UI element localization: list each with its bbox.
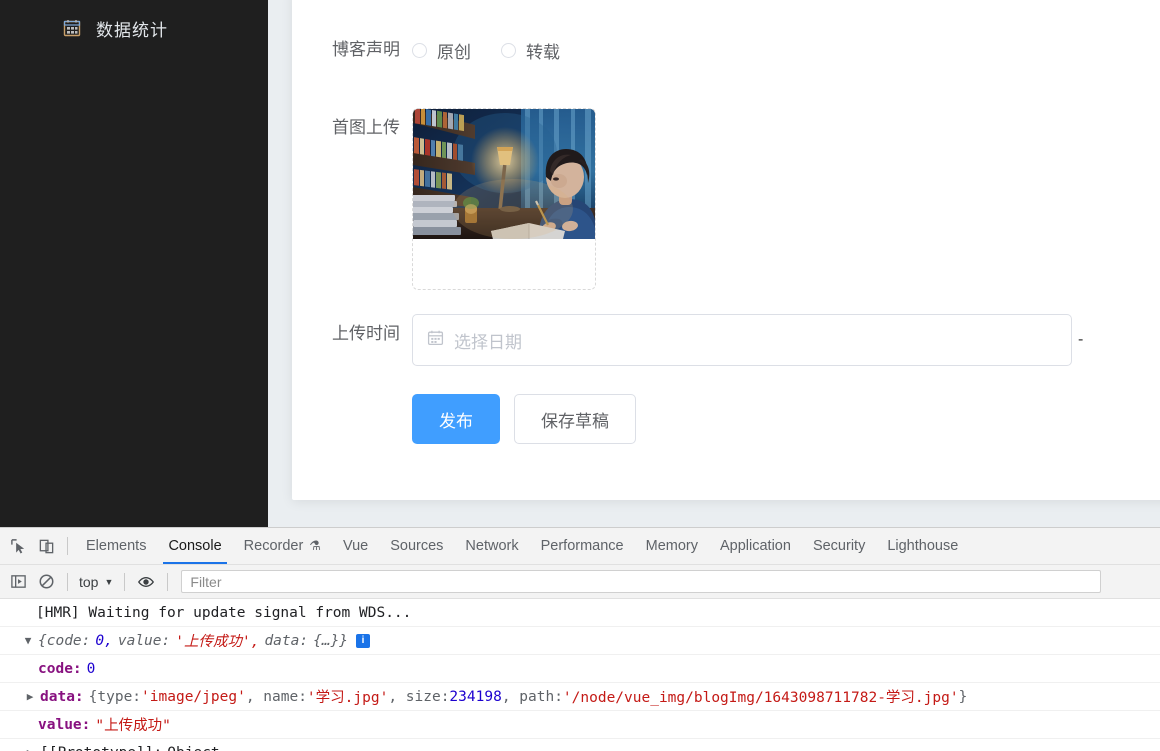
prop-data-comma1: , name: bbox=[245, 688, 307, 705]
tab-recorder[interactable]: Recorder ⚗ bbox=[233, 528, 332, 564]
object-val-data: {…}} bbox=[313, 632, 349, 649]
content-area: 博客声明 原创 转载 首图上传 上传时间 选择日期 - 发布 保存草稿 bbox=[268, 0, 1160, 527]
tab-security[interactable]: Security bbox=[802, 528, 876, 564]
sidebar: 数据统计 bbox=[0, 0, 268, 527]
prop-data-key: data: bbox=[40, 688, 84, 705]
tab-performance[interactable]: Performance bbox=[530, 528, 635, 564]
radio-reprint[interactable]: 转载 bbox=[501, 38, 560, 63]
tab-console[interactable]: Console bbox=[157, 528, 232, 564]
sidebar-item-label: 数据统计 bbox=[96, 20, 168, 40]
prop-data-comma3: , path: bbox=[501, 688, 563, 705]
tab-recorder-label: Recorder bbox=[243, 538, 304, 554]
cover-upload-label: 首图上传 bbox=[332, 118, 400, 137]
tab-memory[interactable]: Memory bbox=[635, 528, 709, 564]
live-expression-eye-icon[interactable] bbox=[132, 568, 160, 596]
cover-upload-dropzone[interactable] bbox=[412, 108, 596, 290]
console-prop-data[interactable]: data: {type: 'image/jpeg' , name: '学习.jp… bbox=[0, 683, 1160, 711]
field-cover-upload: 首图上传 bbox=[292, 108, 1160, 290]
tab-elements[interactable]: Elements bbox=[75, 528, 157, 564]
prop-data-close: } bbox=[958, 688, 968, 705]
upload-time-label: 上传时间 bbox=[332, 324, 400, 343]
upload-time-date-input[interactable]: 选择日期 bbox=[412, 314, 1072, 366]
prop-value-value: "上传成功" bbox=[95, 718, 171, 734]
console-context-label: top bbox=[79, 573, 99, 590]
radio-original-label: 原创 bbox=[437, 42, 471, 62]
object-key-code: code: bbox=[46, 632, 91, 649]
radio-reprint-label: 转载 bbox=[526, 42, 560, 62]
sidebar-item-data-stats[interactable]: 数据统计 bbox=[0, 0, 268, 56]
console-toolbar-divider-3 bbox=[167, 572, 169, 591]
object-val-value: '上传成功', bbox=[175, 634, 260, 650]
console-output: [HMR] Waiting for update signal from WDS… bbox=[0, 599, 1160, 751]
expand-triangle-icon[interactable] bbox=[22, 634, 34, 647]
prop-prototype-key: [[Prototype]]: bbox=[40, 745, 162, 751]
blog-declaration-radio-group: 原创 转载 bbox=[412, 30, 590, 70]
prop-data-open: {type: bbox=[88, 688, 142, 705]
expand-triangle-data-icon[interactable] bbox=[24, 690, 36, 703]
prop-code-value: 0 bbox=[86, 660, 96, 677]
console-toolbar-divider-2 bbox=[124, 572, 126, 591]
console-context-selector[interactable]: top ▼ bbox=[75, 574, 117, 590]
tab-sources[interactable]: Sources bbox=[379, 528, 454, 564]
tab-vue[interactable]: Vue bbox=[332, 528, 379, 564]
calendar-icon bbox=[427, 329, 444, 351]
console-toolbar: top ▼ Filter bbox=[0, 565, 1160, 599]
console-prop-prototype[interactable]: [[Prototype]]: Object bbox=[0, 739, 1160, 751]
inspect-element-icon[interactable] bbox=[4, 532, 32, 560]
tab-application[interactable]: Application bbox=[709, 528, 802, 564]
prop-data-name: '学习.jpg' bbox=[306, 690, 389, 706]
blog-declaration-label: 博客声明 bbox=[332, 40, 400, 59]
calendar-stats-icon bbox=[62, 18, 82, 38]
screen: 数据统计 博客声明 原创 转载 首图上传 上传时间 选择日期 - 发布 保存草稿… bbox=[0, 0, 1160, 751]
app-page: 数据统计 博客声明 原创 转载 首图上传 上传时间 选择日期 - 发布 保存草稿 bbox=[0, 0, 1160, 527]
info-icon[interactable]: i bbox=[356, 633, 371, 648]
object-brace-open: { bbox=[38, 632, 47, 649]
flask-icon: ⚗ bbox=[309, 538, 321, 553]
chevron-down-icon: ▼ bbox=[104, 576, 114, 587]
console-prop-code: code: 0 bbox=[0, 655, 1160, 683]
blog-form-card: 博客声明 原创 转载 首图上传 上传时间 选择日期 - 发布 保存草稿 bbox=[292, 0, 1160, 500]
prop-value-key: value: bbox=[38, 716, 91, 733]
prop-data-type: 'image/jpeg' bbox=[141, 688, 246, 705]
field-upload-time: 上传时间 选择日期 - bbox=[292, 314, 1160, 366]
object-val-code: 0, bbox=[95, 632, 113, 649]
devtools-tabbar: Elements Console Recorder ⚗ Vue Sources … bbox=[0, 528, 1160, 565]
save-draft-button[interactable]: 保存草稿 bbox=[514, 394, 636, 444]
console-message-hmr: [HMR] Waiting for update signal from WDS… bbox=[0, 599, 1160, 627]
device-toolbar-icon[interactable] bbox=[32, 532, 60, 560]
console-toolbar-divider-1 bbox=[67, 572, 68, 591]
console-prop-value: value: "上传成功" bbox=[0, 711, 1160, 739]
expand-triangle-prototype-icon[interactable] bbox=[24, 746, 36, 751]
field-blog-declaration: 博客声明 原创 转载 bbox=[292, 30, 1160, 70]
clear-console-icon[interactable] bbox=[32, 568, 60, 596]
devtools-panel: Elements Console Recorder ⚗ Vue Sources … bbox=[0, 527, 1160, 751]
upload-time-range-separator: - bbox=[1078, 331, 1084, 348]
toolbar-divider bbox=[67, 537, 68, 555]
tab-lighthouse[interactable]: Lighthouse bbox=[876, 528, 969, 564]
radio-original[interactable]: 原创 bbox=[412, 38, 471, 63]
cover-thumbnail-image bbox=[413, 109, 595, 239]
console-message-hmr-text: [HMR] Waiting for update signal from WDS… bbox=[36, 604, 412, 621]
console-filter-input[interactable]: Filter bbox=[181, 570, 1102, 593]
prop-data-size: 234198 bbox=[449, 688, 502, 705]
prop-data-path: '/node/vue_img/blogImg/1643098711782-学习.… bbox=[562, 690, 959, 706]
upload-time-placeholder: 选择日期 bbox=[454, 332, 522, 352]
radio-reprint-dot bbox=[501, 42, 516, 58]
radio-original-dot bbox=[412, 42, 427, 58]
prop-prototype-value: Object bbox=[167, 745, 219, 751]
object-key-data: data: bbox=[264, 632, 309, 649]
publish-button[interactable]: 发布 bbox=[412, 394, 500, 444]
prop-data-comma2: , size: bbox=[388, 688, 450, 705]
console-sidebar-toggle-icon[interactable] bbox=[4, 568, 32, 596]
object-key-value: value: bbox=[117, 632, 171, 649]
prop-code-key: code: bbox=[38, 660, 82, 677]
form-actions-row: 发布 保存草稿 bbox=[292, 394, 1160, 444]
tab-network[interactable]: Network bbox=[454, 528, 529, 564]
console-message-object[interactable]: { code: 0, value: '上传成功', data: {…}} i bbox=[0, 627, 1160, 655]
